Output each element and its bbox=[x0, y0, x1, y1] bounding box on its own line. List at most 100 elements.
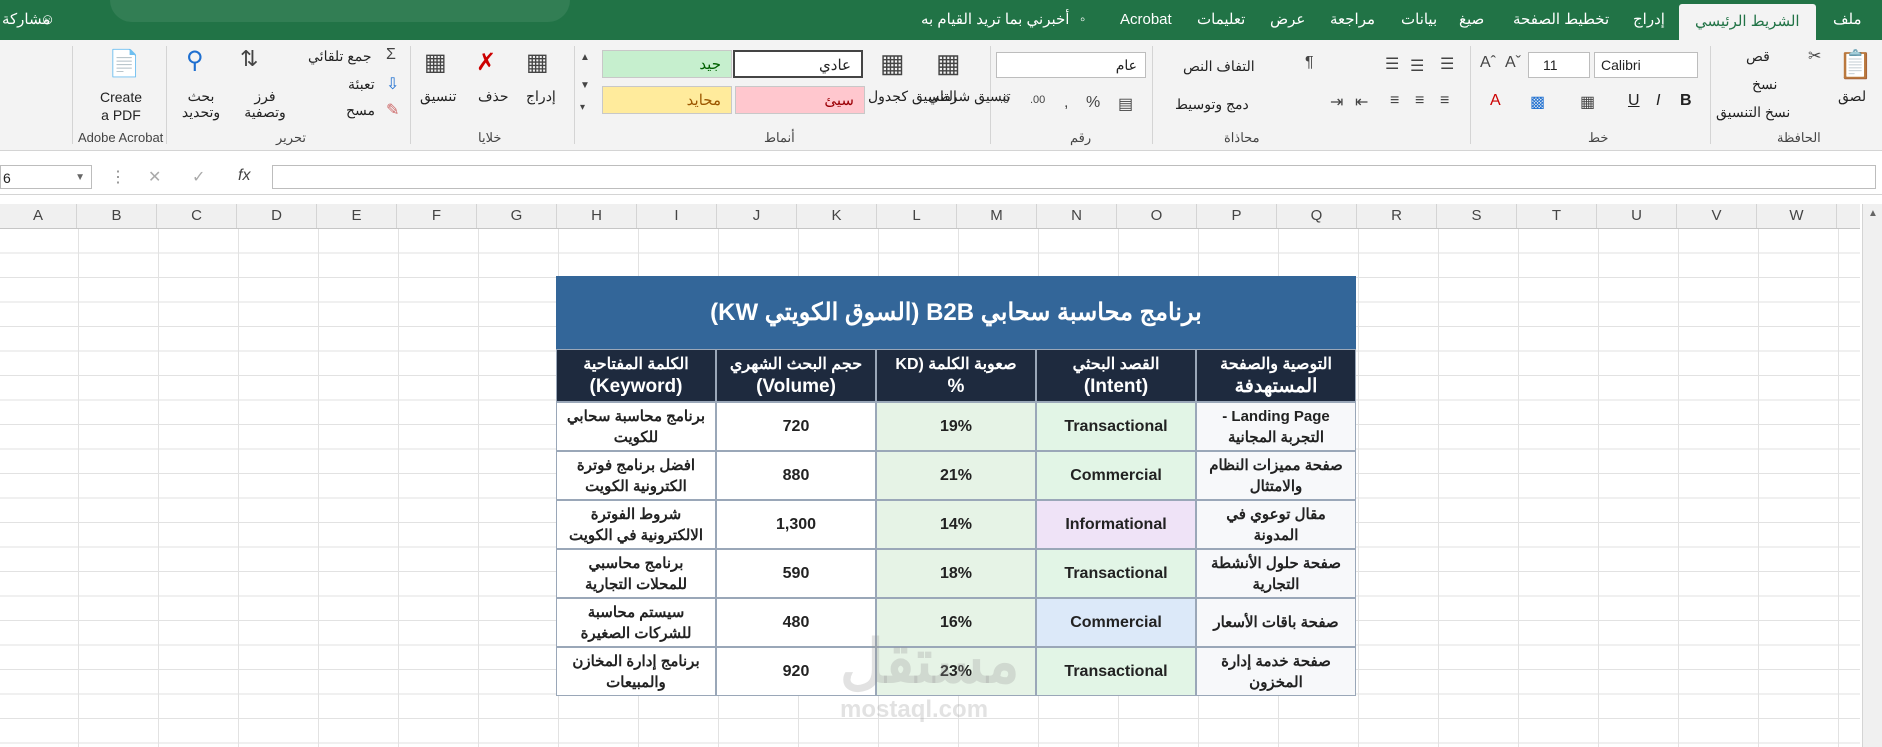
indent-icon[interactable]: ⇥ bbox=[1330, 92, 1343, 112]
cell-intent[interactable]: Commercial bbox=[1036, 451, 1196, 500]
number-format-select[interactable]: عام bbox=[996, 52, 1146, 78]
cell-target-page[interactable]: Landing Page - التجربة المجانية bbox=[1196, 402, 1356, 451]
column-header-i[interactable]: I bbox=[637, 204, 717, 228]
cell-intent[interactable]: Informational bbox=[1036, 500, 1196, 549]
column-header-h[interactable]: H bbox=[557, 204, 637, 228]
cell-volume[interactable]: 1,300 bbox=[716, 500, 876, 549]
scroll-up-arrow-icon[interactable]: ▲ bbox=[1868, 208, 1878, 219]
tab-review[interactable]: مراجعة bbox=[1330, 0, 1375, 40]
accounting-format-icon[interactable]: ▤ bbox=[1118, 94, 1133, 114]
header-intent[interactable]: القصد البحثي (Intent) bbox=[1036, 349, 1196, 402]
cell-intent[interactable]: Commercial bbox=[1036, 598, 1196, 647]
grow-font-icon[interactable]: Aˆ bbox=[1480, 54, 1496, 72]
cell-volume[interactable]: 720 bbox=[716, 402, 876, 451]
merge-center-button[interactable]: دمج وتوسيط bbox=[1175, 96, 1249, 113]
column-header-b[interactable]: B bbox=[77, 204, 157, 228]
column-header-a[interactable]: A bbox=[0, 204, 77, 228]
percent-icon[interactable]: % bbox=[1086, 94, 1100, 112]
tab-file[interactable]: ملف bbox=[1833, 0, 1862, 40]
styles-scroll-down-icon[interactable]: ▼ bbox=[580, 80, 590, 91]
search-icon[interactable]: ⚲ bbox=[186, 46, 204, 75]
comma-style-icon[interactable]: , bbox=[1064, 94, 1068, 112]
create-pdf-button[interactable]: Create a PDF bbox=[96, 88, 146, 124]
fill-color-icon[interactable]: ▩ bbox=[1530, 92, 1545, 112]
column-header-d[interactable]: D bbox=[237, 204, 317, 228]
tab-page-layout[interactable]: تخطيط الصفحة bbox=[1513, 0, 1609, 40]
cell-kd[interactable]: 19% bbox=[876, 402, 1036, 451]
tell-me-search[interactable]: أخبرني بما تريد القيام به bbox=[921, 0, 1069, 40]
column-header-p[interactable]: P bbox=[1197, 204, 1277, 228]
align-middle-icon[interactable]: ☰ bbox=[1410, 56, 1424, 76]
column-header-g[interactable]: G bbox=[477, 204, 557, 228]
tab-home[interactable]: الشريط الرئيسي bbox=[1679, 4, 1816, 40]
column-header-s[interactable]: S bbox=[1437, 204, 1517, 228]
paste-icon[interactable]: 📋 bbox=[1838, 48, 1873, 81]
cell-intent[interactable]: Transactional bbox=[1036, 549, 1196, 598]
column-header-j[interactable]: J bbox=[717, 204, 797, 228]
paste-button[interactable]: لصق bbox=[1838, 88, 1866, 105]
conditional-format-icon[interactable]: ▦ bbox=[936, 48, 961, 79]
style-good[interactable]: جيد bbox=[602, 50, 732, 78]
cut-button[interactable]: قص bbox=[1746, 48, 1770, 65]
column-header-o[interactable]: O bbox=[1117, 204, 1197, 228]
outdent-icon[interactable]: ⇤ bbox=[1355, 92, 1368, 112]
cell-keyword[interactable]: برنامج محاسبة سحابي للكويت bbox=[556, 402, 716, 451]
cell-kd[interactable]: 21% bbox=[876, 451, 1036, 500]
bold-button[interactable]: B bbox=[1680, 92, 1692, 110]
format-as-table-button[interactable]: التنسيق كجدول bbox=[868, 88, 957, 105]
column-header-f[interactable]: F bbox=[397, 204, 477, 228]
cell-kd[interactable]: 14% bbox=[876, 500, 1036, 549]
cell-keyword[interactable]: برنامج إدارة المخازن والمبيعات bbox=[556, 647, 716, 696]
align-bottom-icon[interactable]: ☰ bbox=[1385, 54, 1399, 74]
styles-more-icon[interactable]: ▾ bbox=[580, 102, 585, 113]
column-header-u[interactable]: U bbox=[1597, 204, 1677, 228]
underline-button[interactable]: U bbox=[1628, 92, 1640, 110]
cell-target-page[interactable]: صفحة حلول الأنشطة التجارية bbox=[1196, 549, 1356, 598]
font-color-icon[interactable]: A bbox=[1490, 92, 1501, 110]
align-center-icon[interactable]: ≡ bbox=[1415, 92, 1424, 110]
column-header-r[interactable]: R bbox=[1357, 204, 1437, 228]
insert-cells-button[interactable]: إدراج bbox=[526, 88, 556, 105]
cell-volume[interactable]: 880 bbox=[716, 451, 876, 500]
format-painter-button[interactable]: نسخ التنسيق bbox=[1716, 104, 1790, 121]
fill-icon[interactable]: ⇩ bbox=[386, 74, 399, 94]
style-normal[interactable]: عادي bbox=[733, 50, 863, 78]
font-name-select[interactable]: Calibri bbox=[1594, 52, 1698, 78]
cell-keyword[interactable]: افضل برنامج فوترة الكترونية الكويت bbox=[556, 451, 716, 500]
cell-intent[interactable]: Transactional bbox=[1036, 402, 1196, 451]
format-cells-button[interactable]: تنسيق bbox=[420, 88, 457, 105]
insert-function-button[interactable]: fx bbox=[238, 167, 250, 185]
cancel-icon[interactable]: ✕ bbox=[148, 167, 161, 187]
header-volume[interactable]: حجم البحث الشهري (Volume) bbox=[716, 349, 876, 402]
cell-target-page[interactable]: صفحة خدمة إدارة المخزون bbox=[1196, 647, 1356, 696]
column-header-t[interactable]: T bbox=[1517, 204, 1597, 228]
column-header-m[interactable]: M bbox=[957, 204, 1037, 228]
align-top-icon[interactable]: ☰ bbox=[1440, 54, 1454, 74]
enter-icon[interactable]: ✓ bbox=[192, 167, 205, 187]
column-header-n[interactable]: N bbox=[1037, 204, 1117, 228]
formula-input[interactable] bbox=[272, 165, 1876, 189]
cell-target-page[interactable]: صفحة مميزات النظام والامتثال bbox=[1196, 451, 1356, 500]
tab-view[interactable]: عرض bbox=[1270, 0, 1305, 40]
delete-cells-icon[interactable]: ✗ bbox=[476, 48, 496, 77]
header-target-page[interactable]: التوصية والصفحة المستهدفة bbox=[1196, 349, 1356, 402]
vertical-scrollbar[interactable]: ▲ bbox=[1862, 204, 1882, 747]
cell-keyword[interactable]: برنامج محاسبي للمحلات التجارية bbox=[556, 549, 716, 598]
italic-button[interactable]: I bbox=[1656, 92, 1660, 110]
tab-help[interactable]: تعليمات bbox=[1197, 0, 1245, 40]
sort-filter-button[interactable]: فرز وتصفية bbox=[240, 88, 290, 120]
copy-button[interactable]: نسخ bbox=[1752, 76, 1777, 93]
cell-keyword[interactable]: شروط الفوترة الالكترونية في الكويت bbox=[556, 500, 716, 549]
clear-button[interactable]: مسح bbox=[346, 102, 375, 119]
cell-intent[interactable]: Transactional bbox=[1036, 647, 1196, 696]
cell-keyword[interactable]: سيستم محاسبة للشركات الصغيرة bbox=[556, 598, 716, 647]
tab-formulas[interactable]: صيغ bbox=[1459, 0, 1484, 40]
column-header-c[interactable]: C bbox=[157, 204, 237, 228]
pdf-icon[interactable]: 📄 bbox=[108, 48, 140, 79]
eraser-icon[interactable]: ✎ bbox=[386, 100, 399, 120]
header-keyword[interactable]: الكلمة المفتاحية (Keyword) bbox=[556, 349, 716, 402]
fill-button[interactable]: تعبئة bbox=[348, 76, 375, 93]
delete-cells-button[interactable]: حذف bbox=[478, 88, 509, 105]
align-left-icon[interactable]: ≡ bbox=[1390, 92, 1399, 110]
cell-kd[interactable]: 18% bbox=[876, 549, 1036, 598]
